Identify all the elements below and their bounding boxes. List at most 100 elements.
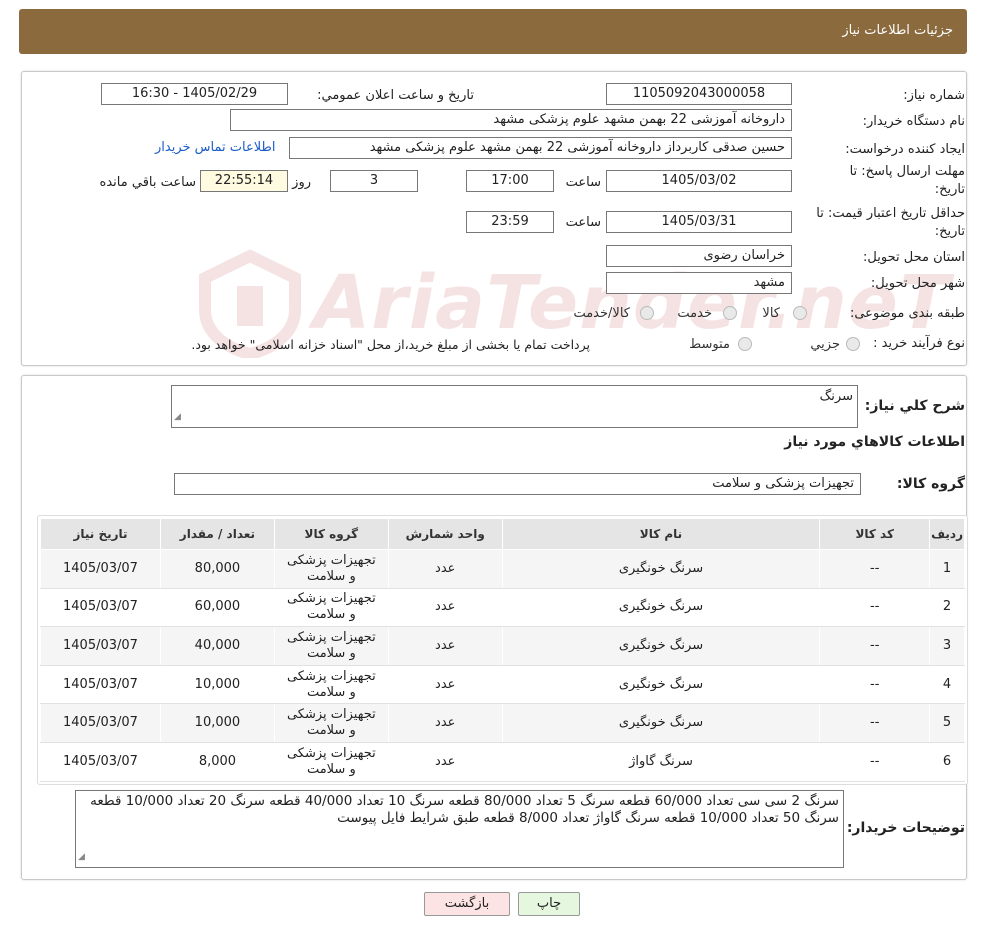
col-need-date: تاريخ نياز xyxy=(40,518,161,550)
category-radio-service[interactable] xyxy=(723,306,737,320)
back-button[interactable]: بازگشت xyxy=(424,892,510,916)
creator-field: حسین صدقی کاربرداز داروخانه آموزشی 22 به… xyxy=(289,137,792,159)
cell-unit: عدد xyxy=(387,741,503,782)
summary-text: سرنگ xyxy=(819,389,853,404)
cell-unit: عدد xyxy=(387,587,503,628)
cell-item-name: سرنگ خونگیری xyxy=(501,626,821,666)
cell-row-number: 2 xyxy=(929,587,965,628)
table-row: 5 -- سرنگ خونگیری عدد تجهیزات پزشکی و سلامت 1… xyxy=(40,703,965,743)
category-option-goods-service: کالا/خدمت xyxy=(573,306,630,321)
cell-item-name: سرنگ خونگیری xyxy=(501,664,821,705)
cell-row-number: 6 xyxy=(929,741,965,782)
cell-item-name: سرنگ گاواژ xyxy=(501,741,821,782)
cell-item-code: -- xyxy=(819,587,931,628)
col-item-code: کد کالا xyxy=(819,518,931,550)
province-label: استان محل تحويل: xyxy=(863,250,965,265)
category-option-service: خدمت xyxy=(677,306,712,321)
col-unit: واحد شمارش xyxy=(387,518,503,550)
buyer-org-field: داروخانه آموزشی 22 بهمن مشهد علوم پزشکی … xyxy=(230,109,792,131)
cell-quantity: 80,000 xyxy=(159,549,275,589)
cell-quantity: 8,000 xyxy=(159,741,275,782)
validity-date-field: 1405/03/31 xyxy=(606,211,792,233)
cell-row-number: 3 xyxy=(929,626,965,666)
buyer-contact-link[interactable]: اطلاعات تماس خريدار xyxy=(155,140,275,155)
buyer-notes-text: سرنگ 2 سی سی تعداد 60/000 قطعه سرنگ 5 تع… xyxy=(90,793,839,826)
table-row: 6 -- سرنگ گاواژ عدد تجهیزات پزشکی و سلامت 8,0… xyxy=(40,741,965,782)
city-field: مشهد xyxy=(606,272,792,294)
reply-deadline-label: مهلت ارسال پاسخ: تا xyxy=(849,164,965,179)
cell-need-date: 1405/03/07 xyxy=(40,741,161,782)
remaining-time-label: ساعت باقي مانده xyxy=(99,175,196,190)
remaining-time-field: 22:55:14 xyxy=(200,170,288,192)
summary-textarea: سرنگ ◢ xyxy=(171,385,858,428)
category-radio-goods[interactable] xyxy=(793,306,807,320)
cell-row-number: 4 xyxy=(929,664,965,705)
cell-item-code: -- xyxy=(819,703,931,743)
table-row: 1 -- سرنگ خونگیری عدد تجهیزات پزشکی و سلامت 8… xyxy=(40,549,965,589)
cell-quantity: 10,000 xyxy=(159,664,275,705)
print-button[interactable]: چاپ xyxy=(518,892,580,916)
cell-row-number: 5 xyxy=(929,703,965,743)
table-row: 2 -- سرنگ خونگیری عدد تجهیزات پزشکی و سلامت 6… xyxy=(40,587,965,628)
cell-goods-group: تجهیزات پزشکی و سلامت xyxy=(273,626,389,666)
need-number-field: 1105092043000058 xyxy=(606,83,792,105)
cell-need-date: 1405/03/07 xyxy=(40,626,161,666)
payment-note: پرداخت تمام يا بخشی از مبلغ خريد،از محل … xyxy=(191,337,590,352)
buyer-org-label: نام دستگاه خريدار: xyxy=(862,114,965,129)
category-radio-goods-service[interactable] xyxy=(640,306,654,320)
cell-goods-group: تجهیزات پزشکی و سلامت xyxy=(273,587,389,628)
process-radio-minor[interactable] xyxy=(846,337,860,351)
reply-time-label: ساعت xyxy=(565,175,601,190)
items-table-body: 1 -- سرنگ خونگیری عدد تجهیزات پزشکی و سلامت 8… xyxy=(40,549,965,782)
announce-label: تاريخ و ساعت اعلان عمومي: xyxy=(317,88,474,103)
cell-need-date: 1405/03/07 xyxy=(40,664,161,705)
cell-item-code: -- xyxy=(819,549,931,589)
summary-label: شرح کلي نياز: xyxy=(864,398,965,414)
cell-goods-group: تجهیزات پزشکی و سلامت xyxy=(273,741,389,782)
cell-goods-group: تجهیزات پزشکی و سلامت xyxy=(273,703,389,743)
goods-info-title: اطلاعات کالاهاي مورد نياز xyxy=(784,434,965,450)
cell-need-date: 1405/03/07 xyxy=(40,587,161,628)
cell-item-code: -- xyxy=(819,664,931,705)
table-row: 3 -- سرنگ خونگیری عدد تجهیزات پزشکی و سلامت 4… xyxy=(40,626,965,666)
cell-item-name: سرنگ خونگیری xyxy=(501,703,821,743)
min-validity-label: حداقل تاريخ اعتبار قيمت: تا xyxy=(816,206,965,221)
buyer-notes-textarea: سرنگ 2 سی سی تعداد 60/000 قطعه سرنگ 5 تع… xyxy=(75,790,844,868)
process-radio-medium[interactable] xyxy=(738,337,752,351)
col-quantity: تعداد / مقدار xyxy=(159,518,275,550)
goods-group-label: گروه کالا: xyxy=(896,476,965,492)
cell-item-name: سرنگ خونگیری xyxy=(501,549,821,589)
col-row-number: رديف xyxy=(929,518,965,550)
col-item-name: نام کالا xyxy=(501,518,821,550)
cell-goods-group: تجهیزات پزشکی و سلامت xyxy=(273,664,389,705)
cell-unit: عدد xyxy=(387,549,503,589)
reply-time-field: 17:00 xyxy=(466,170,554,192)
cell-goods-group: تجهیزات پزشکی و سلامت xyxy=(273,549,389,589)
buyer-notes-label: توضيحات خريدار: xyxy=(846,820,965,836)
province-field: خراسان رضوی xyxy=(606,245,792,267)
process-option-minor: جزيي xyxy=(810,337,840,352)
table-row: 4 -- سرنگ خونگیری عدد تجهیزات پزشکی و سلامت 1… xyxy=(40,664,965,705)
reply-date-field: 1405/03/02 xyxy=(606,170,792,192)
page-header: جزئيات اطلاعات نياز xyxy=(19,9,967,54)
need-number-label: شماره نياز: xyxy=(903,88,965,103)
validity-time-label: ساعت xyxy=(565,215,601,230)
cell-unit: عدد xyxy=(387,626,503,666)
col-goods-group: گروه کالا xyxy=(273,518,389,550)
category-label: طبقه بندی موضوعی: xyxy=(849,306,965,321)
process-option-medium: متوسط xyxy=(689,337,730,352)
resize-handle-icon[interactable]: ◢ xyxy=(78,849,85,866)
page-title: جزئيات اطلاعات نياز xyxy=(842,23,953,38)
announce-field: 1405/02/29 - 16:30 xyxy=(101,83,288,105)
city-label: شهر محل تحويل: xyxy=(870,276,965,291)
cell-item-code: -- xyxy=(819,741,931,782)
table-header-row: رديف کد کالا نام کالا واحد شمارش گروه کا… xyxy=(40,518,965,550)
cell-quantity: 60,000 xyxy=(159,587,275,628)
cell-row-number: 1 xyxy=(929,549,965,589)
cell-unit: عدد xyxy=(387,703,503,743)
cell-item-code: -- xyxy=(819,626,931,666)
items-table: رديف کد کالا نام کالا واحد شمارش گروه کا… xyxy=(40,518,965,782)
resize-handle-icon[interactable]: ◢ xyxy=(174,409,181,426)
cell-unit: عدد xyxy=(387,664,503,705)
cell-item-name: سرنگ خونگیری xyxy=(501,587,821,628)
